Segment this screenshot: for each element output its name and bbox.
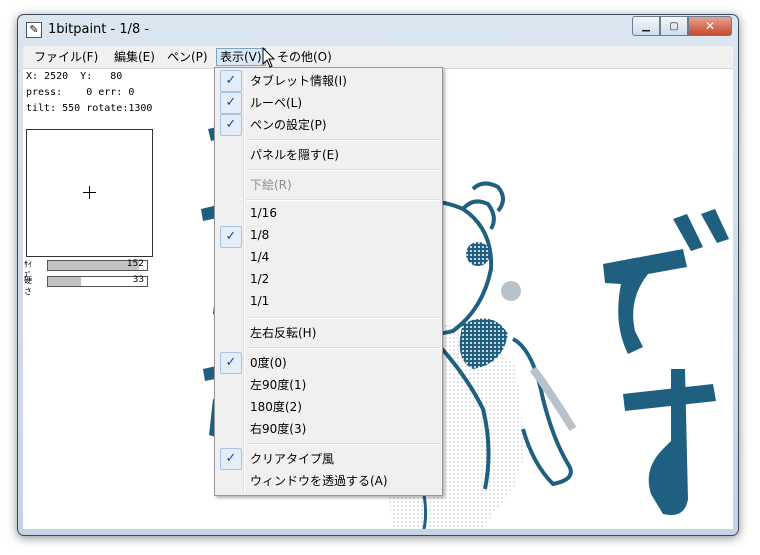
menu-item-zoom-1-8[interactable]: ✓ 1/8: [217, 225, 440, 248]
pressure-readout: press: 0 err: 0: [26, 87, 135, 98]
menu-item-cleartype[interactable]: ✓ クリアタイプ風: [217, 447, 440, 470]
hardness-slider-fill: [48, 277, 81, 286]
close-icon: ✕: [704, 19, 716, 33]
size-slider[interactable]: 152: [47, 259, 148, 271]
menu-item-label: 左右反転(H): [250, 326, 317, 340]
menu-item-label: 1/8: [250, 228, 270, 242]
window-title: 1bitpaint - 1/8 -: [48, 22, 150, 37]
menu-item-label: 1/2: [250, 272, 270, 286]
menu-item-label: 180度(2): [250, 400, 302, 414]
menu-item-pen-settings[interactable]: ✓ ペンの設定(P): [217, 113, 440, 136]
menu-separator: [246, 139, 440, 141]
size-slider-fill: [48, 261, 140, 270]
menu-item-label: 1/1: [250, 294, 270, 308]
tilt-readout: tilt: 550 rotate:1300: [26, 103, 153, 114]
check-icon: ✓: [220, 114, 242, 136]
pen-icon: ✎: [26, 22, 42, 38]
menu-view[interactable]: 表示(V): [216, 48, 266, 66]
minimize-icon: ▁: [642, 20, 650, 32]
mouse-cursor-icon: [262, 47, 276, 68]
check-icon: ✓: [220, 448, 242, 470]
hardness-value: 33: [132, 275, 144, 285]
menu-item-label: 下絵(R): [250, 178, 292, 192]
check-icon: ✓: [220, 70, 242, 92]
kanji-de-su: [603, 209, 729, 515]
menu-item-rotate-0[interactable]: ✓ 0度(0): [217, 351, 440, 374]
menu-item-label: クリアタイプ風: [250, 452, 335, 466]
menu-other[interactable]: その他(O): [274, 49, 335, 65]
view-menu-dropdown: ✓ タブレット情報(I) ✓ ルーペ(L) ✓ ペンの設定(P) パネルを隠す(…: [214, 67, 443, 496]
menu-item-window-transparent[interactable]: ウィンドウを透過する(A): [217, 469, 440, 491]
check-icon: ✓: [220, 226, 242, 248]
menu-item-label: 左90度(1): [250, 378, 307, 392]
maximize-icon: ▢: [669, 20, 679, 32]
menu-item-label: 右90度(3): [250, 422, 307, 436]
menu-separator: [246, 169, 440, 171]
menu-item-label: ペンの設定(P): [250, 118, 327, 132]
size-value: 152: [126, 259, 144, 269]
menu-item-zoom-1-2[interactable]: 1/2: [217, 269, 440, 291]
menu-item-label: ルーペ(L): [250, 96, 303, 110]
hardness-label: 硬さ: [24, 276, 32, 296]
menu-item-label: 1/16: [250, 206, 277, 220]
menu-separator: [246, 317, 440, 319]
crosshair-vertical: [89, 186, 90, 199]
cursor-position: X: 2520 Y: 80: [26, 71, 123, 82]
menu-item-rotate-180[interactable]: 180度(2): [217, 395, 440, 417]
menu-separator: [246, 199, 440, 201]
menu-pen[interactable]: ペン(P): [164, 49, 211, 65]
menu-item-label: 1/4: [250, 250, 270, 264]
check-icon: ✓: [220, 352, 242, 374]
menu-item-label: 0度(0): [250, 356, 287, 370]
menu-item-zoom-1-16[interactable]: 1/16: [217, 203, 440, 225]
menu-item-label: パネルを隠す(E): [250, 148, 339, 162]
menu-item-hide-panel[interactable]: パネルを隠す(E): [217, 143, 440, 165]
menu-item-flip-horizontal[interactable]: 左右反転(H): [217, 321, 440, 343]
title-bar[interactable]: ✎ 1bitpaint - 1/8 - ▁ ▢ ✕: [18, 15, 738, 45]
check-icon: ✓: [220, 92, 242, 114]
menu-item-rotate-left-90[interactable]: 左90度(1): [217, 373, 440, 395]
close-button[interactable]: ✕: [688, 16, 732, 36]
hardness-slider[interactable]: 33: [47, 275, 148, 287]
menu-file[interactable]: ファイル(F): [31, 49, 101, 65]
menu-item-underdrawing: 下絵(R): [217, 173, 440, 195]
menu-separator: [246, 443, 440, 445]
menu-item-loupe[interactable]: ✓ ルーペ(L): [217, 91, 440, 114]
menu-bar: ファイル(F) 編集(E) ペン(P) 表示(V) その他(O): [23, 46, 733, 69]
menu-item-tablet-info[interactable]: ✓ タブレット情報(I): [217, 69, 440, 92]
menu-separator: [246, 347, 440, 349]
maximize-button[interactable]: ▢: [660, 16, 688, 36]
menu-item-zoom-1-4[interactable]: 1/4: [217, 247, 440, 269]
menu-item-label: ウィンドウを透過する(A): [250, 474, 388, 488]
minimize-button[interactable]: ▁: [632, 16, 660, 36]
menu-item-zoom-1-1[interactable]: 1/1: [217, 291, 440, 313]
loupe-preview: [26, 129, 153, 257]
menu-edit[interactable]: 編集(E): [111, 49, 158, 65]
menu-item-label: タブレット情報(I): [250, 74, 347, 88]
menu-item-rotate-right-90[interactable]: 右90度(3): [217, 417, 440, 439]
